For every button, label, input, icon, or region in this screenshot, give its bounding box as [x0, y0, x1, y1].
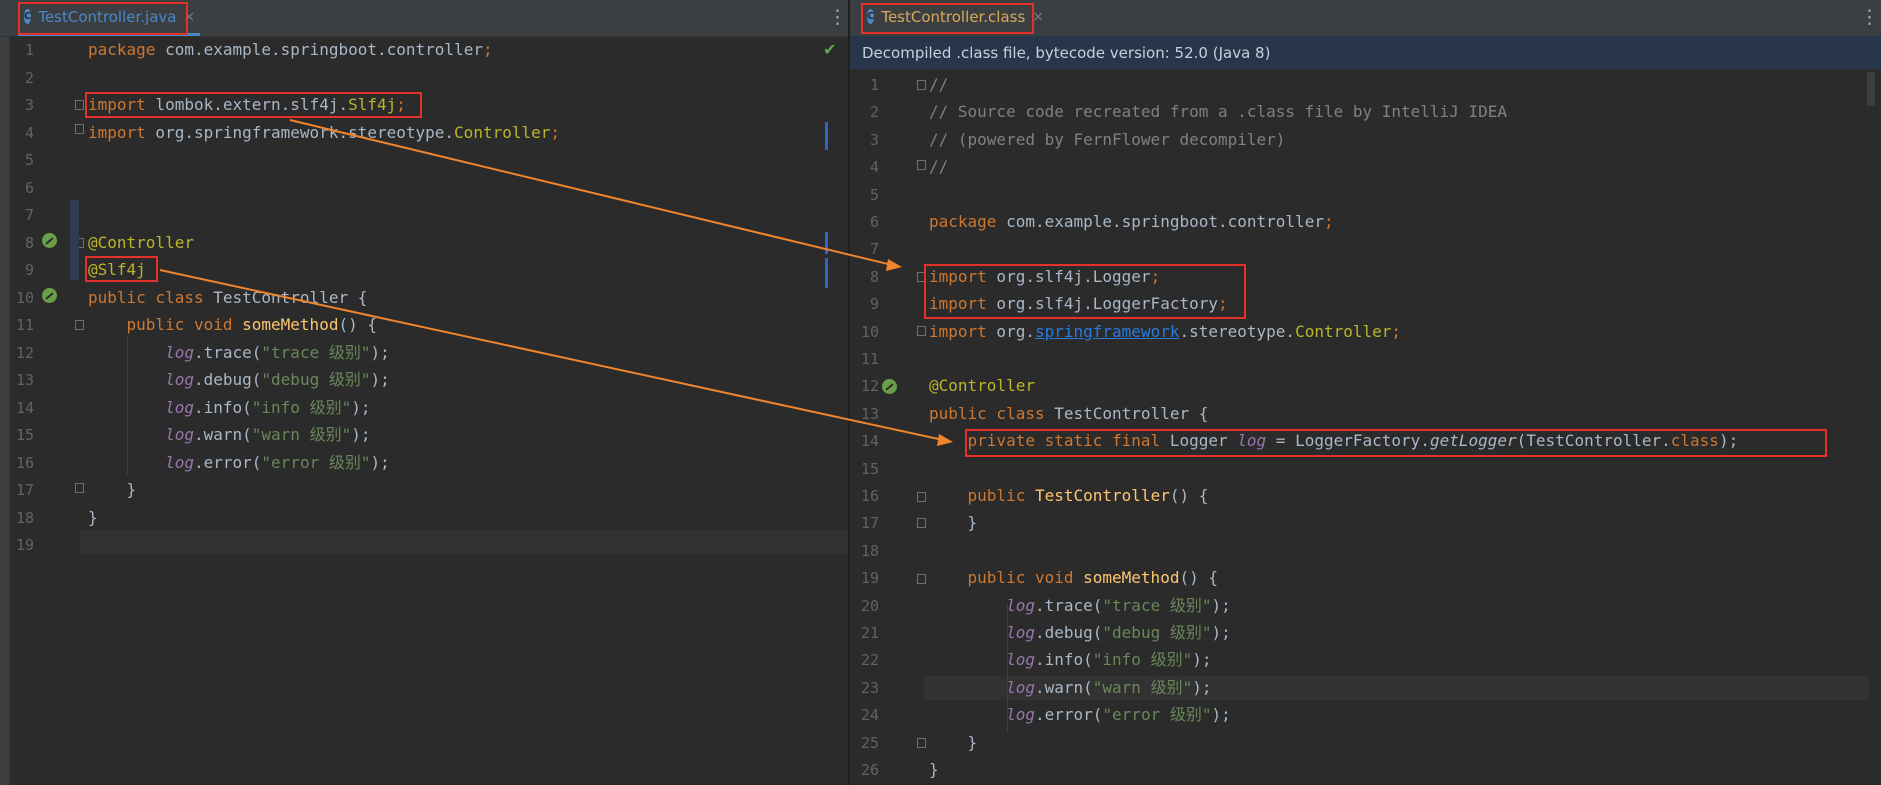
arrow-annotation-to-field	[159, 269, 944, 441]
annotation-arrows	[159, 119, 953, 446]
arrow-head	[937, 434, 953, 446]
arrow-import-to-imports	[289, 119, 893, 266]
arrow-head	[886, 259, 902, 271]
